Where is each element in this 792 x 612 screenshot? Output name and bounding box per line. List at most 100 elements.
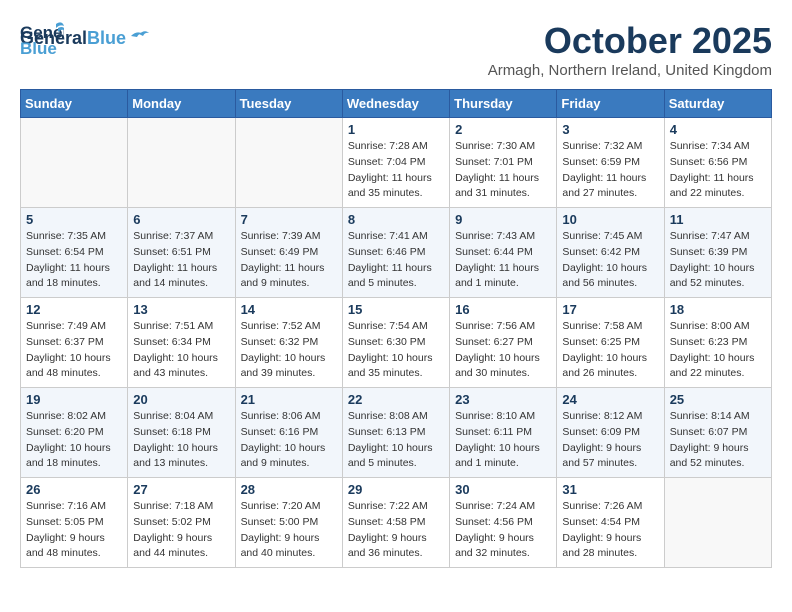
calendar-cell: 24Sunrise: 8:12 AM Sunset: 6:09 PM Dayli… (557, 388, 664, 478)
day-number: 29 (348, 482, 444, 497)
col-header-thursday: Thursday (450, 90, 557, 118)
calendar-cell: 31 Sunrise: 7:26 AM Sunset: 4:54 PM Dayli… (557, 478, 664, 568)
header-row: SundayMondayTuesdayWednesdayThursdayFrid… (21, 90, 772, 118)
calendar-cell: 8 Sunrise: 7:41 AM Sunset: 6:46 PM Daylig… (342, 208, 449, 298)
calendar-cell: 12Sunrise: 7:49 AM Sunset: 6:37 PM Dayli… (21, 298, 128, 388)
calendar-cell (21, 118, 128, 208)
calendar-cell: 18Sunrise: 8:00 AM Sunset: 6:23 PM Dayli… (664, 298, 771, 388)
day-info: Sunrise: 8:14 AM Sunset: 6:07 PM Dayligh… (670, 409, 766, 472)
day-number: 20 (133, 392, 229, 407)
day-number: 28 (241, 482, 337, 497)
day-info: Sunrise: 7:45 AM Sunset: 6:42 PM Dayligh… (562, 229, 658, 292)
calendar-cell: 20 Sunrise: 8:04 AM Sunset: 6:18 PM Dayli… (128, 388, 235, 478)
day-number: 17 (562, 302, 658, 317)
col-header-tuesday: Tuesday (235, 90, 342, 118)
day-info: Sunrise: 7:41 AM Sunset: 6:46 PM Dayligh… (348, 229, 444, 292)
day-info: Sunrise: 7:47 AM Sunset: 6:39 PM Dayligh… (670, 229, 766, 292)
calendar-cell (235, 118, 342, 208)
header: General Blue General Blue October 2025 A… (20, 20, 772, 79)
day-number: 6 (133, 212, 229, 227)
day-number: 21 (241, 392, 337, 407)
calendar-cell: 14 Sunrise: 7:52 AM Sunset: 6:32 PM Dayli… (235, 298, 342, 388)
calendar-cell: 17Sunrise: 7:58 AM Sunset: 6:25 PM Dayli… (557, 298, 664, 388)
week-row-3: 12Sunrise: 7:49 AM Sunset: 6:37 PM Dayli… (21, 298, 772, 388)
day-info: Sunrise: 7:39 AM Sunset: 6:49 PM Dayligh… (241, 229, 337, 292)
calendar-cell: 5Sunrise: 7:35 AM Sunset: 6:54 PM Daylig… (21, 208, 128, 298)
calendar-cell: 2Sunrise: 7:30 AM Sunset: 7:01 PM Daylig… (450, 118, 557, 208)
calendar-cell (664, 478, 771, 568)
calendar-cell: 6Sunrise: 7:37 AM Sunset: 6:51 PM Daylig… (128, 208, 235, 298)
day-number: 5 (26, 212, 122, 227)
day-number: 23 (455, 392, 551, 407)
calendar-cell: 27Sunrise: 7:18 AM Sunset: 5:02 PM Dayli… (128, 478, 235, 568)
day-info: Sunrise: 8:04 AM Sunset: 6:18 PM Dayligh… (133, 409, 229, 472)
calendar-cell: 30Sunrise: 7:24 AM Sunset: 4:56 PM Dayli… (450, 478, 557, 568)
calendar-cell: 3 Sunrise: 7:32 AM Sunset: 6:59 PM Daylig… (557, 118, 664, 208)
calendar-cell: 9 Sunrise: 7:43 AM Sunset: 6:44 PM Daylig… (450, 208, 557, 298)
day-info: Sunrise: 7:28 AM Sunset: 7:04 PM Dayligh… (348, 139, 444, 202)
col-header-monday: Monday (128, 90, 235, 118)
day-number: 22 (348, 392, 444, 407)
day-info: Sunrise: 7:32 AM Sunset: 6:59 PM Dayligh… (562, 139, 658, 202)
calendar-cell: 4 Sunrise: 7:34 AM Sunset: 6:56 PM Daylig… (664, 118, 771, 208)
calendar-cell: 26Sunrise: 7:16 AM Sunset: 5:05 PM Dayli… (21, 478, 128, 568)
calendar-cell: 29Sunrise: 7:22 AM Sunset: 4:58 PM Dayli… (342, 478, 449, 568)
day-number: 10 (562, 212, 658, 227)
day-info: Sunrise: 7:26 AM Sunset: 4:54 PM Dayligh… (562, 499, 658, 562)
day-number: 11 (670, 212, 766, 227)
day-info: Sunrise: 7:43 AM Sunset: 6:44 PM Dayligh… (455, 229, 551, 292)
day-number: 8 (348, 212, 444, 227)
day-number: 15 (348, 302, 444, 317)
day-info: Sunrise: 7:34 AM Sunset: 6:56 PM Dayligh… (670, 139, 766, 202)
col-header-friday: Friday (557, 90, 664, 118)
day-number: 26 (26, 482, 122, 497)
day-number: 13 (133, 302, 229, 317)
day-info: Sunrise: 7:52 AM Sunset: 6:32 PM Dayligh… (241, 319, 337, 382)
day-info: Sunrise: 7:20 AM Sunset: 5:00 PM Dayligh… (241, 499, 337, 562)
day-info: Sunrise: 8:00 AM Sunset: 6:23 PM Dayligh… (670, 319, 766, 382)
calendar-cell: 1 Sunrise: 7:28 AM Sunset: 7:04 PM Daylig… (342, 118, 449, 208)
day-info: Sunrise: 8:10 AM Sunset: 6:11 PM Dayligh… (455, 409, 551, 472)
bird-icon (129, 28, 151, 44)
subtitle: Armagh, Northern Ireland, United Kingdom (488, 62, 772, 79)
week-row-4: 19Sunrise: 8:02 AM Sunset: 6:20 PM Dayli… (21, 388, 772, 478)
calendar-cell: 25Sunrise: 8:14 AM Sunset: 6:07 PM Dayli… (664, 388, 771, 478)
calendar-cell: 28 Sunrise: 7:20 AM Sunset: 5:00 PM Dayli… (235, 478, 342, 568)
calendar-cell (128, 118, 235, 208)
calendar-cell: 21 Sunrise: 8:06 AM Sunset: 6:16 PM Dayli… (235, 388, 342, 478)
calendar-table: SundayMondayTuesdayWednesdayThursdayFrid… (20, 89, 772, 568)
calendar-cell: 19Sunrise: 8:02 AM Sunset: 6:20 PM Dayli… (21, 388, 128, 478)
col-header-wednesday: Wednesday (342, 90, 449, 118)
calendar-cell: 23 Sunrise: 8:10 AM Sunset: 6:11 PM Dayli… (450, 388, 557, 478)
col-header-sunday: Sunday (21, 90, 128, 118)
col-header-saturday: Saturday (664, 90, 771, 118)
day-info: Sunrise: 8:02 AM Sunset: 6:20 PM Dayligh… (26, 409, 122, 472)
day-number: 2 (455, 122, 551, 137)
day-number: 1 (348, 122, 444, 137)
logo-icon: General Blue (20, 20, 64, 58)
day-number: 31 (562, 482, 658, 497)
week-row-2: 5Sunrise: 7:35 AM Sunset: 6:54 PM Daylig… (21, 208, 772, 298)
logo: General Blue General Blue (20, 20, 151, 49)
day-info: Sunrise: 7:51 AM Sunset: 6:34 PM Dayligh… (133, 319, 229, 382)
week-row-1: 1 Sunrise: 7:28 AM Sunset: 7:04 PM Daylig… (21, 118, 772, 208)
day-number: 16 (455, 302, 551, 317)
day-number: 24 (562, 392, 658, 407)
calendar-cell: 11 Sunrise: 7:47 AM Sunset: 6:39 PM Dayli… (664, 208, 771, 298)
calendar-cell: 13 Sunrise: 7:51 AM Sunset: 6:34 PM Dayli… (128, 298, 235, 388)
calendar-cell: 7Sunrise: 7:39 AM Sunset: 6:49 PM Daylig… (235, 208, 342, 298)
day-info: Sunrise: 7:49 AM Sunset: 6:37 PM Dayligh… (26, 319, 122, 382)
day-info: Sunrise: 7:54 AM Sunset: 6:30 PM Dayligh… (348, 319, 444, 382)
day-number: 9 (455, 212, 551, 227)
title-area: October 2025 Armagh, Northern Ireland, U… (488, 20, 772, 79)
logo-blue: Blue (87, 28, 126, 49)
calendar-cell: 16Sunrise: 7:56 AM Sunset: 6:27 PM Dayli… (450, 298, 557, 388)
day-number: 14 (241, 302, 337, 317)
day-number: 27 (133, 482, 229, 497)
day-info: Sunrise: 8:08 AM Sunset: 6:13 PM Dayligh… (348, 409, 444, 472)
calendar-cell: 10 Sunrise: 7:45 AM Sunset: 6:42 PM Dayli… (557, 208, 664, 298)
month-title: October 2025 (488, 20, 772, 62)
day-info: Sunrise: 8:06 AM Sunset: 6:16 PM Dayligh… (241, 409, 337, 472)
day-number: 4 (670, 122, 766, 137)
day-number: 3 (562, 122, 658, 137)
